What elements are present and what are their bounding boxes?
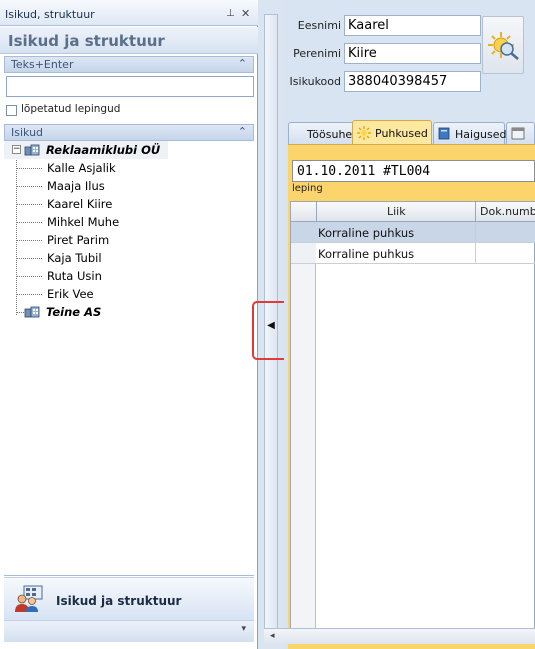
vacation-grid: Liik Dok.numb Korraline puhkus Korraline… xyxy=(290,201,535,642)
scroll-left-icon[interactable]: ◂ xyxy=(270,631,275,641)
search-input[interactable] xyxy=(6,76,254,97)
tree-org-reklaamiklubi[interactable]: − Reklaamiklubi OÜ xyxy=(4,141,168,159)
table-row[interactable]: Korraline puhkus xyxy=(316,243,535,264)
tree-person-label: Kaja Tubil xyxy=(47,251,102,265)
calendar-icon xyxy=(511,127,525,140)
column-header-doknumber[interactable]: Dok.numb xyxy=(480,205,535,218)
tree-person[interactable]: Kaarel Kiire xyxy=(4,195,254,213)
column-header-liik[interactable]: Liik xyxy=(387,205,406,218)
tree-person[interactable]: Maaja Ilus xyxy=(4,177,254,195)
nav-footer[interactable]: ▾ xyxy=(4,620,254,642)
tree-line xyxy=(16,294,42,295)
tab-more[interactable] xyxy=(506,122,535,144)
tree-person-label: Maaja Ilus xyxy=(47,179,105,193)
panel-header: Isikud ja struktuur xyxy=(0,27,258,54)
organization-icon xyxy=(24,144,40,156)
tree-line xyxy=(16,168,42,169)
nav-button-label: Isikud ja struktuur xyxy=(56,594,182,608)
first-name-field[interactable] xyxy=(344,15,481,36)
divider xyxy=(475,202,476,222)
book-icon xyxy=(438,127,450,140)
persons-tree: − Reklaamiklubi OÜ Kalle Asjalik Maaja I… xyxy=(4,141,254,571)
close-icon[interactable]: ✕ xyxy=(241,7,250,20)
tree-line xyxy=(16,186,42,187)
sun-icon xyxy=(357,126,371,140)
tree-person[interactable]: Mihkel Muhe xyxy=(4,213,254,231)
chevron-up-icon[interactable]: ⌃ xyxy=(238,125,247,138)
tree-person-label: Erik Vee xyxy=(47,287,94,301)
tab-toosuhe[interactable]: Töösuhe xyxy=(288,122,354,144)
panel-header-title: Isikud ja struktuur xyxy=(8,32,165,50)
first-name-label: Eesnimi xyxy=(297,19,341,32)
person-search-button[interactable] xyxy=(482,16,524,74)
pin-icon[interactable]: ⊥ xyxy=(226,9,235,19)
divider xyxy=(4,575,254,576)
tree-line xyxy=(16,312,24,313)
cell-liik: Korraline puhkus xyxy=(318,247,415,261)
row-header-column xyxy=(291,222,316,642)
tree-person[interactable]: Erik Vee xyxy=(4,285,254,303)
search-group-header[interactable]: Teks+Enter ⌃ xyxy=(4,56,254,73)
organization-icon xyxy=(24,306,40,318)
tree-org-teine[interactable]: Teine AS xyxy=(4,303,254,321)
contract-caption: leping xyxy=(292,183,323,194)
tree-line xyxy=(16,276,42,277)
row-header[interactable] xyxy=(291,243,316,264)
finished-contracts-label: lõpetatud lepingud xyxy=(21,103,121,115)
cell-liik: Korraline puhkus xyxy=(318,226,415,240)
tree-org-label: Teine AS xyxy=(46,305,102,319)
table-row[interactable]: Korraline puhkus xyxy=(316,222,535,243)
tree-person-label: Kalle Asjalik xyxy=(47,161,116,175)
tree-person[interactable]: Kalle Asjalik xyxy=(4,159,254,177)
cell-divider xyxy=(475,222,476,243)
tree-person-label: Ruta Usin xyxy=(47,269,102,283)
people-structure-icon xyxy=(15,585,43,612)
persons-group-header[interactable]: Isikud ⌃ xyxy=(4,124,254,141)
tree-person[interactable]: Piret Parim xyxy=(4,231,254,249)
tree-line xyxy=(16,240,42,241)
persons-group-label: Isikud xyxy=(11,126,44,139)
last-name-label: Perenimi xyxy=(293,47,341,60)
tree-line xyxy=(16,258,42,259)
tree-line xyxy=(16,222,42,223)
contract-select[interactable] xyxy=(292,160,535,182)
nav-button-persons[interactable]: Isikud ja struktuur xyxy=(4,577,254,620)
tree-line xyxy=(16,204,42,205)
id-code-field[interactable] xyxy=(344,71,481,92)
tab-label: Töösuhe xyxy=(307,128,353,141)
tree-person-label: Kaarel Kiire xyxy=(47,197,113,211)
tab-label: Haigused xyxy=(455,128,507,141)
tree-person[interactable]: Ruta Usin xyxy=(4,267,254,285)
tree-person-label: Piret Parim xyxy=(47,233,110,247)
panel-titlebar: Isikud, struktuur ⊥ ✕ xyxy=(0,0,258,26)
tab-puhkused[interactable]: Puhkused xyxy=(352,120,432,144)
left-panel: Isikud, struktuur ⊥ ✕ Isikud ja struktuu… xyxy=(0,0,258,649)
row-header[interactable] xyxy=(291,222,316,243)
search-group-label: Teks+Enter xyxy=(11,58,74,71)
grid-header: Liik Dok.numb xyxy=(291,202,535,222)
last-name-field[interactable] xyxy=(344,43,481,64)
tab-label: Puhkused xyxy=(375,127,428,140)
panel-title: Isikud, struktuur xyxy=(5,8,95,21)
chevron-up-icon[interactable]: ⌃ xyxy=(238,57,247,70)
id-code-label: Isikukood xyxy=(289,75,341,88)
collapse-icon[interactable]: − xyxy=(12,145,21,154)
tree-person[interactable]: Kaja Tubil xyxy=(4,249,254,267)
finished-contracts-checkbox[interactable] xyxy=(6,105,17,116)
chevron-down-icon[interactable]: ▾ xyxy=(241,624,246,634)
tree-org-label: Reklaamiklubi OÜ xyxy=(46,143,161,157)
tree-person-label: Mihkel Muhe xyxy=(47,215,120,229)
sun-magnifier-icon xyxy=(488,32,519,60)
cell-divider xyxy=(475,243,476,264)
tab-haigused[interactable]: Haigused xyxy=(433,122,507,144)
horizontal-scrollbar[interactable]: ◂ xyxy=(264,628,535,644)
divider xyxy=(316,202,317,222)
